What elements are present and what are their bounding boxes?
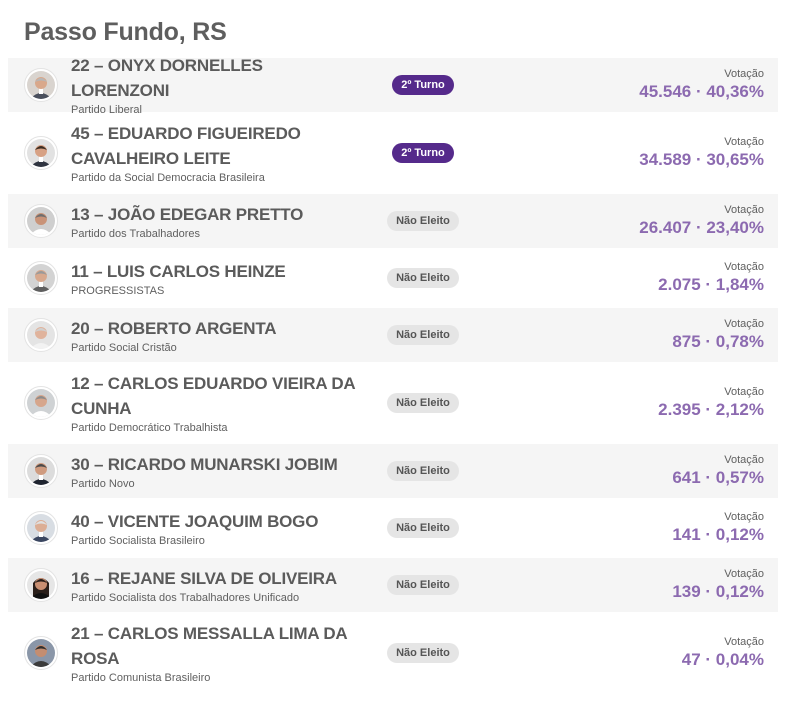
- candidate-name: 30 – RICARDO MUNARSKI JOBIM: [71, 454, 338, 474]
- votes-label: Votação: [724, 454, 764, 466]
- page-title: Passo Fundo, RS: [24, 18, 227, 46]
- candidate-list: 22 – ONYX DORNELLES LORENZONI Partido Li…: [8, 56, 778, 694]
- status-badge: Não Eleito: [387, 643, 459, 663]
- avatar: [24, 318, 58, 352]
- votes-value: 141 · 0,12%: [672, 525, 764, 544]
- status-badge: Não Eleito: [387, 325, 459, 345]
- candidate-party: Partido Socialista dos Trabalhadores Uni…: [71, 591, 300, 604]
- avatar: [24, 511, 58, 545]
- candidate-party: Partido Novo: [71, 477, 135, 490]
- candidate-name: 12 – CARLOS EDUARDO VIEIRA DA CUNHA: [71, 374, 355, 418]
- votes-label: Votação: [724, 261, 764, 273]
- votes-value: 45.546 · 40,36%: [639, 82, 764, 101]
- vote-summary: Votação 2.395 · 2,12%: [483, 385, 764, 421]
- candidate-name: 13 – JOÃO EDEGAR PRETTO: [71, 204, 304, 224]
- avatar: [24, 568, 58, 602]
- candidate-party: Partido Liberal: [71, 104, 142, 116]
- candidate-row[interactable]: 40 – VICENTE JOAQUIM BOGO Partido Social…: [8, 501, 778, 555]
- person-dark-hair-icon: [27, 139, 55, 167]
- status-badge: Não Eleito: [387, 518, 459, 538]
- votes-value: 26.407 · 23,40%: [639, 218, 764, 237]
- candidate-row[interactable]: 45 – EDUARDO FIGUEIREDO CAVALHEIRO LEITE…: [8, 115, 778, 191]
- status-badge: 2º Turno: [392, 75, 454, 95]
- candidate-row[interactable]: 21 – CARLOS MESSALLA LIMA DA ROSA Partid…: [8, 615, 778, 691]
- candidate-party: Partido da Social Democracia Brasileira: [71, 172, 265, 184]
- candidate-party: Partido Social Cristão: [71, 341, 177, 354]
- candidate-name: 40 – VICENTE JOAQUIM BOGO: [71, 511, 319, 531]
- candidate-row[interactable]: 22 – ONYX DORNELLES LORENZONI Partido Li…: [8, 56, 778, 116]
- votes-value: 34.589 · 30,65%: [639, 150, 764, 169]
- person-white-hair-icon: [27, 321, 55, 349]
- vote-summary: Votação 47 · 0,04%: [483, 635, 764, 671]
- vote-summary: Votação 641 · 0,57%: [483, 453, 764, 489]
- votes-value: 2.395 · 2,12%: [658, 400, 764, 419]
- person-dark-hair-icon: [27, 639, 55, 667]
- candidate-party: Partido Socialista Brasileiro: [71, 534, 205, 547]
- status-badge: 2º Turno: [392, 143, 454, 163]
- candidate-row[interactable]: 16 – REJANE SILVA DE OLIVEIRA Partido So…: [8, 558, 778, 612]
- candidate-name: 21 – CARLOS MESSALLA LIMA DA ROSA: [71, 624, 347, 668]
- candidate-name: 16 – REJANE SILVA DE OLIVEIRA: [71, 568, 337, 588]
- avatar: [24, 204, 58, 238]
- votes-label: Votação: [724, 568, 764, 580]
- votes-label: Votação: [724, 68, 764, 80]
- votes-label: Votação: [724, 511, 764, 523]
- status-badge: Não Eleito: [387, 461, 459, 481]
- avatar: [24, 136, 58, 170]
- avatar: [24, 68, 58, 102]
- candidate-row[interactable]: 30 – RICARDO MUNARSKI JOBIM Partido Novo…: [8, 444, 778, 498]
- votes-label: Votação: [724, 318, 764, 330]
- vote-summary: Votação 26.407 · 23,40%: [483, 203, 764, 239]
- candidate-party: Partido Comunista Brasileiro: [71, 672, 211, 684]
- avatar: [24, 454, 58, 488]
- candidate-name: 22 – ONYX DORNELLES LORENZONI: [71, 56, 263, 100]
- vote-summary: Votação 141 · 0,12%: [483, 510, 764, 546]
- vote-summary: Votação 875 · 0,78%: [483, 317, 764, 353]
- person-silver-hair-icon: [27, 71, 55, 99]
- vote-summary: Votação 139 · 0,12%: [483, 567, 764, 603]
- votes-label: Votação: [724, 136, 764, 148]
- avatar: [24, 636, 58, 670]
- candidate-row[interactable]: 12 – CARLOS EDUARDO VIEIRA DA CUNHA Part…: [8, 365, 778, 441]
- avatar: [24, 386, 58, 420]
- status-badge: Não Eleito: [387, 268, 459, 288]
- candidate-row[interactable]: 20 – ROBERTO ARGENTA Partido Social Cris…: [8, 308, 778, 362]
- vote-summary: Votação 45.546 · 40,36%: [483, 67, 764, 103]
- candidate-row[interactable]: 13 – JOÃO EDEGAR PRETTO Partido dos Trab…: [8, 194, 778, 248]
- avatar: [24, 261, 58, 295]
- status-badge: Não Eleito: [387, 393, 459, 413]
- votes-value: 47 · 0,04%: [681, 650, 764, 669]
- votes-label: Votação: [724, 386, 764, 398]
- person-grey-hair-icon: [27, 264, 55, 292]
- candidate-name: 11 – LUIS CARLOS HEINZE: [71, 261, 286, 281]
- person-grey-hair-icon: [27, 207, 55, 235]
- person-grey-hair-icon: [27, 389, 55, 417]
- candidate-name: 45 – EDUARDO FIGUEIREDO CAVALHEIRO LEITE: [71, 124, 301, 168]
- person-white-hair-icon: [27, 514, 55, 542]
- vote-summary: Votação 2.075 · 1,84%: [483, 260, 764, 296]
- candidate-party: Partido Democrático Trabalhista: [71, 422, 228, 434]
- votes-value: 875 · 0,78%: [672, 332, 764, 351]
- vote-summary: Votação 34.589 · 30,65%: [483, 135, 764, 171]
- candidate-name: 20 – ROBERTO ARGENTA: [71, 318, 277, 338]
- candidate-party: Partido dos Trabalhadores: [71, 227, 201, 240]
- person-long-dark-hair-icon: [27, 571, 55, 599]
- status-badge: Não Eleito: [387, 211, 459, 231]
- candidate-party: PROGRESSISTAS: [71, 284, 165, 297]
- votes-label: Votação: [724, 204, 764, 216]
- votes-value: 641 · 0,57%: [672, 468, 764, 487]
- status-badge: Não Eleito: [387, 575, 459, 595]
- votes-label: Votação: [724, 636, 764, 648]
- candidate-row[interactable]: 11 – LUIS CARLOS HEINZE PROGRESSISTAS Nã…: [8, 251, 778, 305]
- votes-value: 139 · 0,12%: [672, 582, 764, 601]
- votes-value: 2.075 · 1,84%: [658, 275, 764, 294]
- person-dark-suit-icon: [27, 457, 55, 485]
